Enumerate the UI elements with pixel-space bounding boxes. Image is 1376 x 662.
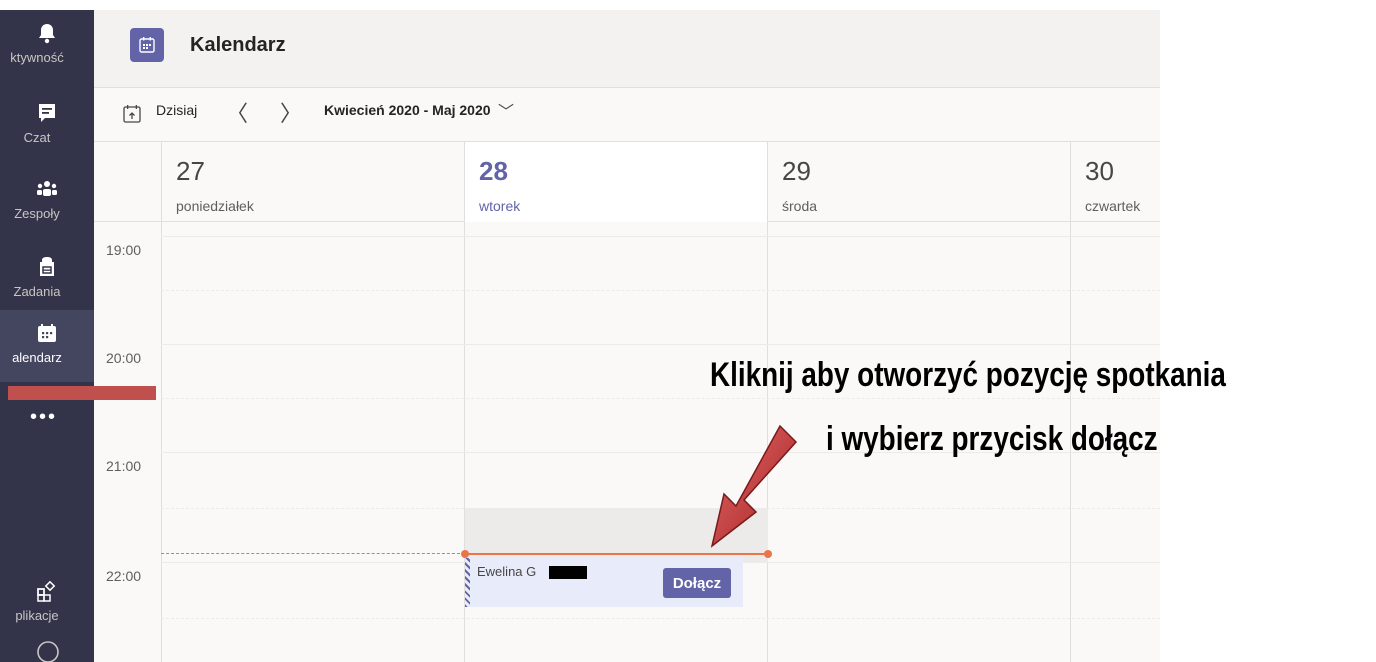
help-icon[interactable] xyxy=(36,640,60,662)
teams-icon xyxy=(36,178,58,200)
day-name: poniedziałek xyxy=(176,198,254,214)
current-time-indicator-dashed xyxy=(161,553,465,554)
time-label: 19:00 xyxy=(106,242,142,258)
time-label: 21:00 xyxy=(106,458,142,474)
day-header-today[interactable]: 28 wtorek xyxy=(464,142,767,222)
half-hour-line xyxy=(161,398,1160,399)
chat-icon xyxy=(36,102,58,124)
instruction-line-1: Kliknij aby otworzyć pozycję spotkania xyxy=(710,356,1226,394)
day-header[interactable]: 30 czwartek xyxy=(1070,142,1160,222)
chevron-down-icon[interactable]: ﹀ xyxy=(498,98,514,122)
instruction-line-2: i wybierz przycisk dołącz xyxy=(826,420,1158,458)
today-icon[interactable] xyxy=(122,104,142,129)
highlight-marker xyxy=(8,386,156,400)
day-number: 27 xyxy=(176,156,205,186)
time-label: 22:00 xyxy=(106,568,142,584)
day-header[interactable]: 27 poniedziałek xyxy=(161,142,464,222)
rail-label: plikacje xyxy=(15,608,59,623)
day-number: 28 xyxy=(479,156,508,186)
previous-week-button[interactable]: 〈 xyxy=(226,96,248,128)
date-range-picker[interactable]: Kwiecień 2020 - Maj 2020 xyxy=(324,102,491,118)
day-number: 29 xyxy=(782,156,811,186)
rail-item-apps[interactable]: plikacje xyxy=(0,568,94,640)
day-name: środa xyxy=(782,198,818,214)
half-hour-line xyxy=(161,290,1160,291)
column-divider xyxy=(161,222,162,662)
today-button[interactable]: Dzisiaj xyxy=(156,102,197,118)
day-name: wtorek xyxy=(479,198,521,214)
rail-item-activity[interactable]: ktywność xyxy=(0,10,94,82)
rail-label: Zespoły xyxy=(14,206,60,221)
app-rail: ktywność Czat Zespoły Zadania alendarz •… xyxy=(0,10,94,662)
hour-line xyxy=(161,344,1160,345)
assignments-icon xyxy=(36,256,58,278)
rail-label: alendarz xyxy=(12,350,62,365)
event-organizer: Ewelina G xyxy=(477,564,537,579)
calendar-icon xyxy=(36,322,58,344)
meeting-event[interactable]: Ewelina G Dołącz xyxy=(465,558,743,607)
teams-window: ktywność Czat Zespoły Zadania alendarz •… xyxy=(0,10,1160,662)
rail-item-calendar[interactable]: alendarz xyxy=(0,310,94,382)
event-stripe xyxy=(465,558,470,607)
bell-icon xyxy=(36,22,58,44)
day-header-row: 27 poniedziałek 28 wtorek 29 środa 30 cz… xyxy=(94,142,1160,222)
day-number: 30 xyxy=(1085,156,1114,186)
half-hour-line xyxy=(161,618,1160,619)
apps-icon xyxy=(36,580,58,602)
pointer-arrow-icon xyxy=(710,424,798,548)
rail-label: Zadania xyxy=(13,284,61,299)
page-title: Kalendarz xyxy=(190,34,286,56)
rail-item-assignments[interactable]: Zadania xyxy=(0,244,94,316)
hour-line xyxy=(161,236,1160,237)
join-button[interactable]: Dołącz xyxy=(663,568,731,598)
calendar-app-icon xyxy=(130,28,164,62)
next-week-button[interactable]: 〉 xyxy=(280,96,302,128)
redaction-box xyxy=(549,566,587,579)
rail-label: Czat xyxy=(23,130,51,145)
calendar-toolbar: Dzisiaj 〈 〉 Kwiecień 2020 - Maj 2020 ﹀ xyxy=(94,88,1160,142)
day-name: czwartek xyxy=(1085,198,1141,214)
app-header: Kalendarz xyxy=(94,10,1160,88)
rail-label: ktywność xyxy=(10,50,64,65)
current-time-dot xyxy=(461,550,469,558)
more-apps-icon[interactable]: ••• xyxy=(30,406,57,429)
day-header[interactable]: 29 środa xyxy=(767,142,1070,222)
rail-item-chat[interactable]: Czat xyxy=(0,90,94,162)
rail-item-teams[interactable]: Zespoły xyxy=(0,166,94,238)
time-label: 20:00 xyxy=(106,350,142,366)
